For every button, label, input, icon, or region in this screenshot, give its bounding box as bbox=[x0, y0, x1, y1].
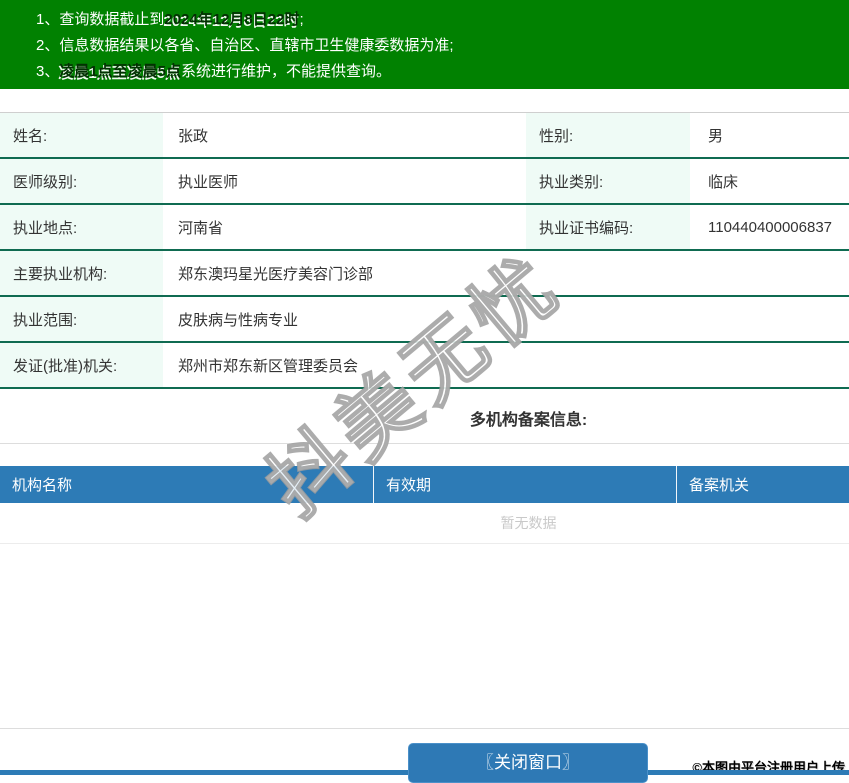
table-row-location-certificate: 执业地点: 河南省 执业证书编码: 110440400006837 bbox=[0, 205, 849, 251]
doctor-level-value: 执业医师 bbox=[178, 173, 239, 191]
section-divider bbox=[0, 443, 849, 444]
notice-line-3-highlight: 凌晨1点至凌晨5点 bbox=[59, 63, 182, 80]
name-label: 姓名: bbox=[0, 113, 163, 157]
notice-line-1-number: 1、 bbox=[36, 11, 60, 28]
notice-line-3-suffix: 系统进行维护，不能提供查询。 bbox=[181, 63, 392, 80]
notice-line-1: 1、查询数据截止到2024年12月8日22时; bbox=[0, 7, 849, 33]
practice-scope-label: 执业范围: bbox=[0, 297, 163, 341]
main-institution-value: 郑东澳玛星光医疗美容门诊部 bbox=[178, 265, 374, 283]
table-row-issuing-authority: 发证(批准)机关: 郑州市郑东新区管理委员会 bbox=[0, 343, 849, 389]
gender-label: 性别: bbox=[526, 113, 690, 157]
doctor-level-label: 医师级别: bbox=[0, 159, 163, 203]
notice-line-2: 2、信息数据结果以各省、自治区、直辖市卫生健康委数据为准; bbox=[0, 33, 849, 59]
column-header-institution-name: 机构名称 bbox=[0, 466, 374, 503]
certificate-number-label: 执业证书编码: bbox=[526, 205, 690, 249]
table-row-practice-scope: 执业范围: 皮肤病与性病专业 bbox=[0, 297, 849, 343]
notice-line-1-text: 查询数据截止到 bbox=[59, 11, 165, 28]
table-row-name-gender: 姓名: 张政 性别: 男 bbox=[0, 113, 849, 159]
table-row-main-institution: 主要执业机构: 郑东澳玛星光医疗美容门诊部 bbox=[0, 251, 849, 297]
practice-location-value: 河南省 bbox=[178, 219, 224, 237]
notice-banner: 1、查询数据截止到2024年12月8日22时; 2、信息数据结果以各省、自治区、… bbox=[0, 0, 849, 89]
practice-category-value: 临床 bbox=[708, 173, 739, 191]
issuing-authority-value: 郑州市郑东新区管理委员会 bbox=[178, 357, 359, 375]
registry-section-title: 多机构备案信息: bbox=[469, 412, 588, 429]
notice-line-3-number: 3、 bbox=[36, 63, 60, 80]
notice-line-1-highlight: 2024年12月8日22时 bbox=[164, 11, 300, 28]
practice-location-label: 执业地点: bbox=[0, 205, 163, 249]
footer-divider bbox=[0, 728, 849, 729]
practitioner-info-table: 姓名: 张政 性别: 男 医师级别: 执业医师 执业类别: 临床 执业地点: 河… bbox=[0, 112, 849, 389]
close-window-button[interactable]: 〖关闭窗口〗 bbox=[408, 743, 648, 783]
practice-scope-value: 皮肤病与性病专业 bbox=[178, 311, 299, 329]
registry-table-header: 机构名称 有效期 备案机关 bbox=[0, 466, 849, 503]
notice-line-2-number: 2、 bbox=[36, 37, 60, 54]
issuing-authority-label: 发证(批准)机关: bbox=[0, 343, 163, 387]
name-value: 张政 bbox=[178, 127, 209, 145]
notice-line-1-suffix: ; bbox=[299, 11, 304, 28]
practice-category-label: 执业类别: bbox=[526, 159, 690, 203]
certificate-number-value: 110440400006837 bbox=[708, 218, 833, 236]
gender-value: 男 bbox=[708, 127, 724, 145]
notice-line-2-text: 信息数据结果以各省、自治区、直辖市卫生健康委数据为准; bbox=[59, 37, 454, 54]
column-header-registry-authority: 备案机关 bbox=[689, 477, 750, 494]
column-header-validity-period: 有效期 bbox=[374, 466, 677, 503]
no-data-text: 暂无数据 bbox=[500, 515, 557, 531]
registry-empty-row: 暂无数据 bbox=[0, 503, 849, 544]
main-institution-label: 主要执业机构: bbox=[0, 251, 163, 295]
table-row-level-category: 医师级别: 执业医师 执业类别: 临床 bbox=[0, 159, 849, 205]
notice-line-3: 3、凌晨1点至凌晨5点系统进行维护，不能提供查询。 bbox=[0, 59, 849, 85]
